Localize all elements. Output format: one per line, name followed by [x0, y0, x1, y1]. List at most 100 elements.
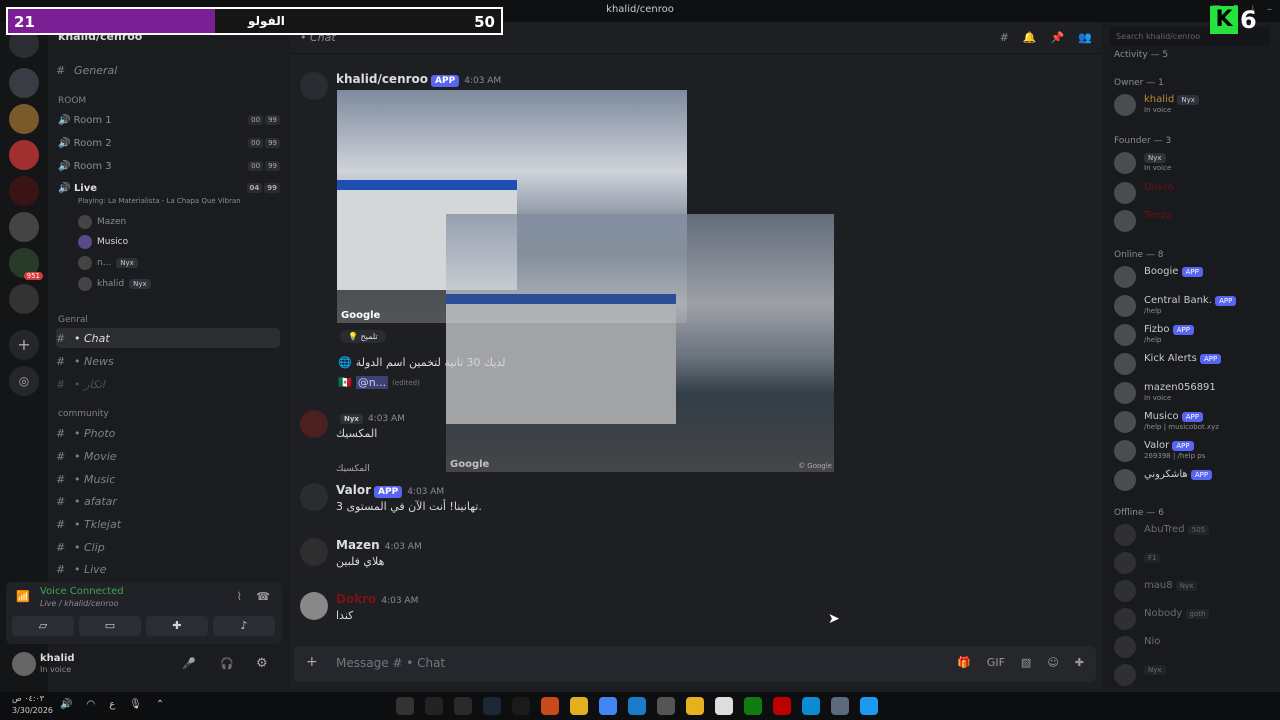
clock[interactable]: ٠٤:٠٣ ص 3/30/2026	[12, 693, 53, 717]
member-item[interactable]: Dokro	[1114, 180, 1274, 206]
add-attachment-icon[interactable]: +	[306, 654, 318, 670]
category-community[interactable]: community	[58, 409, 109, 419]
brave-icon[interactable]	[541, 697, 559, 715]
soundboard-button[interactable]: ♪	[213, 616, 275, 636]
channel-music[interactable]: # • Music	[56, 469, 280, 489]
voice-channel[interactable]: 🔊 Room 3 00 99	[58, 157, 280, 175]
author-name[interactable]: khalid/cenroo	[336, 72, 428, 86]
threads-icon[interactable]: #	[1000, 31, 1009, 44]
voice-channel[interactable]: 🔊 Room 2 00 99	[58, 134, 280, 152]
mic-icon[interactable]: 🎙	[129, 699, 142, 710]
language-indicator[interactable]: ع	[109, 699, 115, 710]
volume-icon[interactable]: 🔊	[60, 699, 72, 710]
author-name[interactable]: Dokro	[336, 592, 376, 606]
member-item[interactable]: Musico APP/help | musicobot.xyz	[1114, 409, 1274, 435]
voice-user[interactable]: khalid Nyx	[78, 277, 151, 291]
member-item[interactable]: mau8 Nyx	[1114, 578, 1274, 604]
reply-preview[interactable]: المكسيك	[336, 464, 370, 474]
member-item[interactable]: Central Bank. APP/help	[1114, 293, 1274, 319]
chrome-icon[interactable]	[599, 697, 617, 715]
sticker-icon[interactable]: ▧	[1021, 656, 1031, 669]
chevron-up-icon[interactable]: ⌃	[156, 699, 164, 710]
store-icon[interactable]	[715, 697, 733, 715]
member-item[interactable]: AbuTred 505	[1114, 522, 1274, 548]
message-input[interactable]: Message # • Chat	[336, 656, 445, 670]
channel-afatar[interactable]: # • afatar	[56, 491, 280, 511]
noise-suppression-icon[interactable]: ⌇	[237, 590, 242, 603]
member-item[interactable]: Valor APP 269398 | /help ps	[1114, 438, 1274, 464]
discover-icon[interactable]: ◎	[9, 366, 39, 396]
channel-hidden[interactable]: # • اتكار	[56, 374, 280, 394]
gif-icon[interactable]: GIF	[987, 656, 1005, 669]
avatar[interactable]	[300, 72, 328, 100]
voice-user[interactable]: n... Nyx	[78, 256, 138, 270]
voice-user[interactable]: Mazen	[78, 215, 126, 229]
mic-icon[interactable]: 🎤	[182, 657, 196, 670]
avatar[interactable]	[300, 538, 328, 566]
member-item[interactable]: mazen056891 In voice	[1114, 380, 1274, 406]
member-item[interactable]: هاشكروني APP	[1114, 467, 1274, 493]
category-room[interactable]: ROOM	[58, 96, 86, 106]
channel-clip[interactable]: # • Clip	[56, 537, 280, 557]
steam-icon[interactable]	[483, 697, 501, 715]
author-name[interactable]: Valor	[336, 483, 371, 497]
activities-button[interactable]: ✚	[146, 616, 208, 636]
server-icon[interactable]	[9, 284, 39, 314]
channel-news[interactable]: # • News	[56, 351, 280, 371]
gear-icon[interactable]: ⚙	[256, 656, 268, 671]
apps-icon[interactable]: ✚	[1075, 656, 1084, 669]
app-icon[interactable]	[454, 697, 472, 715]
member-item[interactable]: Teeza	[1114, 208, 1274, 234]
windows-icon[interactable]	[860, 697, 878, 715]
voice-channel-name[interactable]: Live / khalid/cenroo	[40, 599, 118, 608]
member-item[interactable]: Nobody goth	[1114, 606, 1274, 632]
screen-share-button[interactable]: ▭	[79, 616, 141, 636]
bell-icon[interactable]: 🔔	[1023, 31, 1037, 44]
xbox-icon[interactable]	[744, 697, 762, 715]
server-icon[interactable]	[9, 104, 39, 134]
settings-icon[interactable]	[831, 697, 849, 715]
channel-tklejat[interactable]: # • Tklejat	[56, 514, 280, 534]
category-genral[interactable]: Genral	[58, 315, 88, 325]
channel-photo[interactable]: # • Photo	[56, 423, 280, 443]
camera-button[interactable]: ▱	[12, 616, 74, 636]
avatar[interactable]	[300, 410, 328, 438]
app-icon[interactable]	[570, 697, 588, 715]
wifi-icon[interactable]: ◠	[86, 699, 95, 710]
voice-channel[interactable]: 🔊 Room 1 00 99	[58, 111, 280, 129]
mention[interactable]: @n...	[355, 376, 389, 389]
server-icon[interactable]	[9, 176, 39, 206]
app-icon[interactable]	[657, 697, 675, 715]
channel-movie[interactable]: # • Movie	[56, 446, 280, 466]
headphones-icon[interactable]: 🎧	[220, 657, 234, 670]
emoji-icon[interactable]: ☺	[1047, 656, 1058, 669]
add-server-icon[interactable]: +	[9, 330, 39, 360]
app-icon[interactable]	[396, 697, 414, 715]
member-item[interactable]: Boogie APP	[1114, 264, 1274, 290]
folder-icon[interactable]	[686, 697, 704, 715]
user-name[interactable]: khalid	[40, 653, 75, 664]
member-item[interactable]: Nyx In voice	[1114, 150, 1274, 176]
netflix-icon[interactable]	[773, 697, 791, 715]
member-item[interactable]: Nyx	[1114, 662, 1274, 686]
member-item[interactable]: Nio	[1114, 634, 1274, 660]
avatar[interactable]	[300, 483, 328, 511]
member-item[interactable]: Kick Alerts APP	[1114, 351, 1274, 377]
pin-icon[interactable]: 📌	[1051, 31, 1065, 44]
server-icon[interactable]	[9, 212, 39, 242]
voice-channel-live[interactable]: 🔊 Live 04 99	[58, 179, 280, 197]
avatar[interactable]	[12, 652, 36, 676]
author-name[interactable]: Mazen	[336, 538, 380, 552]
member-item[interactable]: F1	[1114, 550, 1274, 576]
channel-general[interactable]: # General	[56, 60, 280, 80]
disconnect-icon[interactable]: ☎	[256, 590, 270, 603]
server-icon[interactable]	[9, 68, 39, 98]
gift-icon[interactable]: 🎁	[957, 656, 971, 669]
voice-user[interactable]: Musico	[78, 235, 128, 249]
avatar[interactable]	[300, 592, 328, 620]
edge-icon[interactable]	[802, 697, 820, 715]
app-icon[interactable]	[425, 697, 443, 715]
member-item[interactable]: Fizbo APP/help	[1114, 322, 1274, 348]
hint-button[interactable]: 💡 تلميح	[340, 330, 386, 343]
app-icon[interactable]	[628, 697, 646, 715]
